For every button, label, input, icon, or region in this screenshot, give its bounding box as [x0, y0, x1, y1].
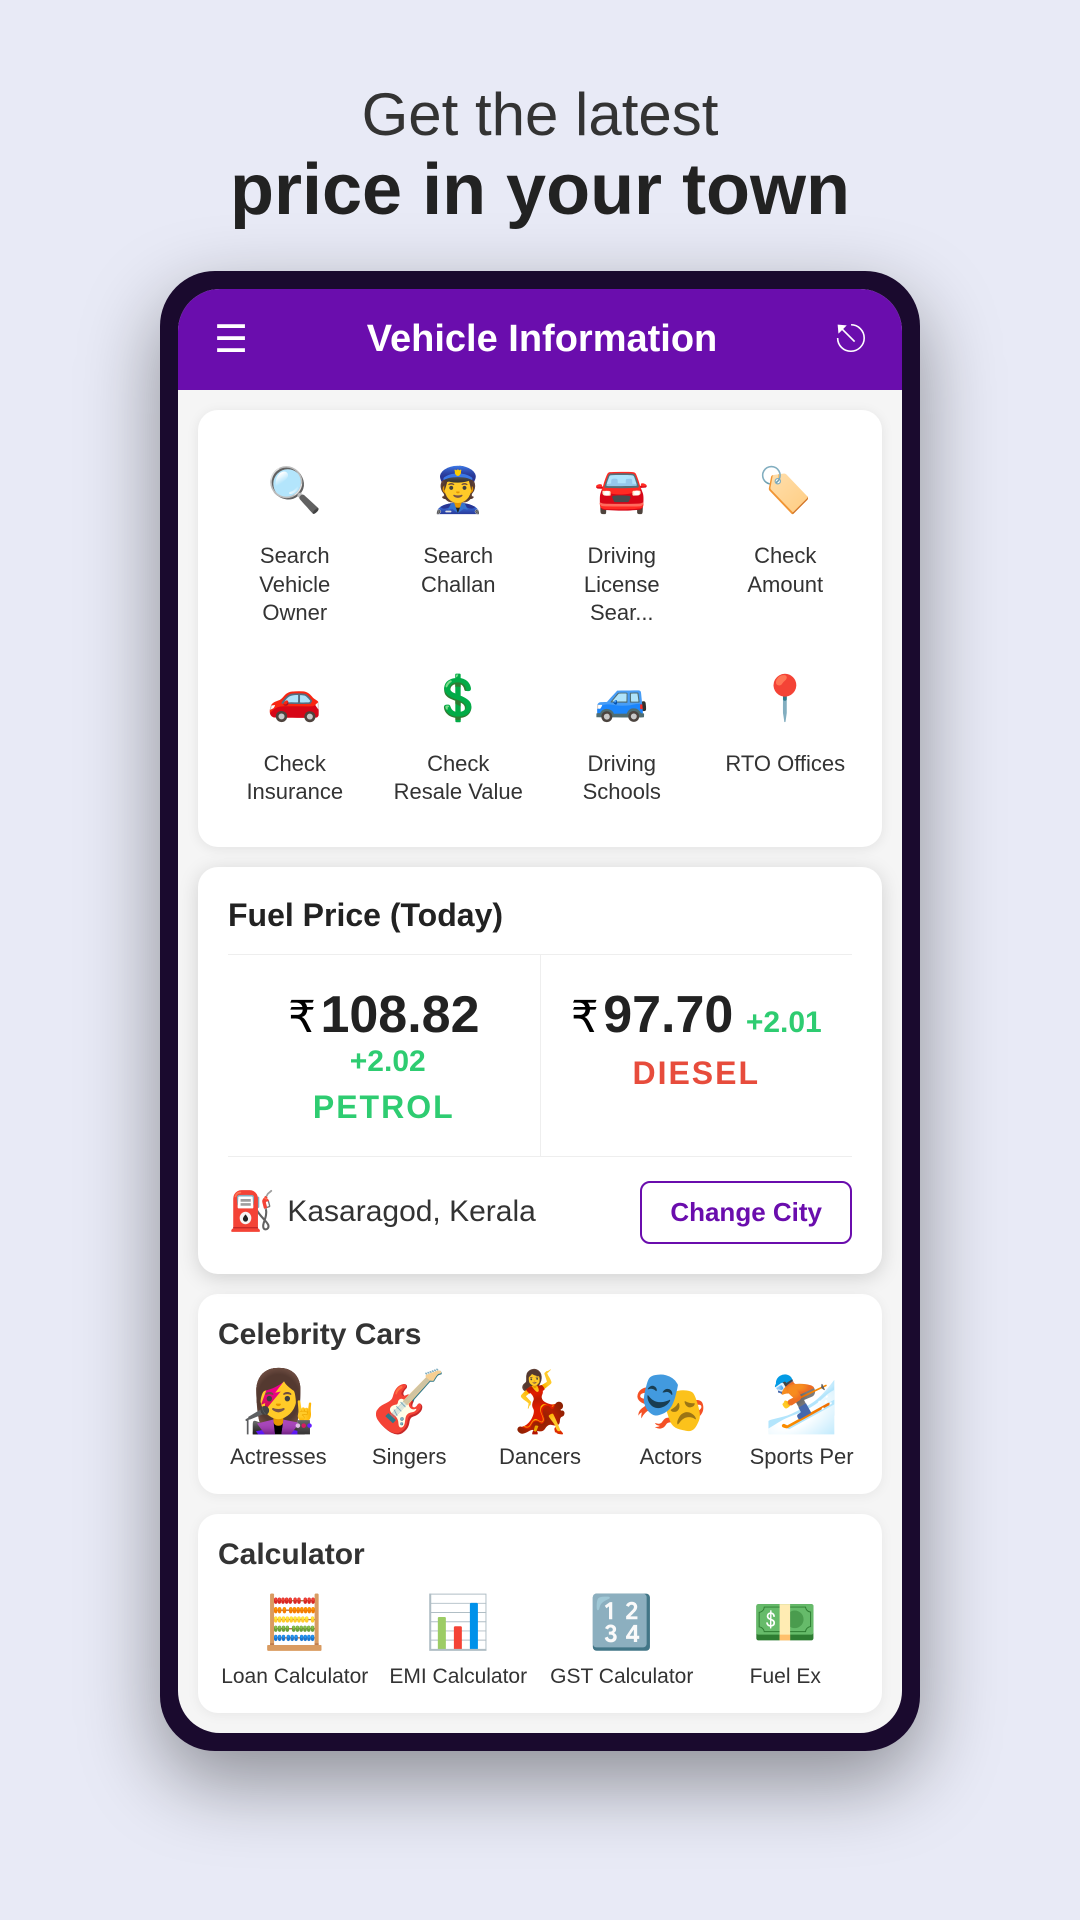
diesel-amount-row: ₹ 97.70 +2.01 [561, 985, 833, 1045]
app-bar: ☰ Vehicle Information ⎋ [178, 289, 902, 390]
celebrity-section-title: Celebrity Cars [218, 1318, 862, 1352]
celebrity-item-singers[interactable]: 🎸 Singers [349, 1372, 470, 1470]
calc-item-emi[interactable]: 📊 EMI Calculator [382, 1592, 536, 1689]
diesel-rupee-symbol: ₹ [571, 993, 599, 1042]
calc-item-loan[interactable]: 🧮 Loan Calculator [218, 1592, 372, 1689]
petrol-change: +2.02 [350, 1045, 426, 1078]
city-row: ⛽ Kasaragod, Kerala Change City [228, 1181, 852, 1244]
rto-offices-label: RTO Offices [725, 750, 845, 779]
driving-license-icon: 🚘 [582, 450, 662, 530]
grid-item-search-challan[interactable]: 👮 Search Challan [382, 440, 536, 638]
hero-section: Get the latest price in your town [190, 0, 890, 271]
dancers-label: Dancers [499, 1444, 581, 1470]
check-resale-label: Check Resale Value [392, 750, 526, 807]
check-amount-label: Check Amount [719, 542, 853, 599]
petrol-amount: 108.82 [320, 986, 479, 1044]
actresses-label: Actresses [230, 1444, 327, 1470]
calculator-section: Calculator 🧮 Loan Calculator 📊 EMI Calcu… [198, 1514, 882, 1713]
calc-item-fuel[interactable]: 💵 Fuel Ex [709, 1592, 863, 1689]
check-insurance-icon: 🚗 [255, 658, 335, 738]
fuel-expense-icon: 💵 [753, 1592, 818, 1653]
celebrity-item-dancers[interactable]: 💃 Dancers [480, 1372, 601, 1470]
search-vehicle-owner-label: Search Vehicle Owner [228, 542, 362, 628]
change-city-button[interactable]: Change City [640, 1181, 852, 1244]
celebrity-section: Celebrity Cars 👩‍🎤 Actresses 🎸 Singers 💃… [198, 1294, 882, 1494]
diesel-amount: 97.70 [603, 986, 733, 1044]
fuel-prices-row: ₹ 108.82 +2.02 PETROL ₹ 97.70 +2.01 DIES… [228, 954, 852, 1157]
check-resale-icon: 💲 [418, 658, 498, 738]
check-insurance-label: Check Insurance [228, 750, 362, 807]
app-bar-title: Vehicle Information [367, 318, 718, 361]
phone-frame: ☰ Vehicle Information ⎋ 🔍 Search Vehicle… [160, 271, 920, 1751]
check-amount-icon: 🏷️ [745, 450, 825, 530]
celebrity-item-actors[interactable]: 🎭 Actors [610, 1372, 731, 1470]
actresses-icon: 👩‍🎤 [241, 1372, 316, 1432]
grid-item-check-amount[interactable]: 🏷️ Check Amount [709, 440, 863, 638]
grid-item-driving-license[interactable]: 🚘 Driving License Sear... [545, 440, 699, 638]
hamburger-icon[interactable]: ☰ [214, 317, 248, 362]
rto-offices-icon: 📍 [745, 658, 825, 738]
sports-label: Sports Per [750, 1444, 854, 1470]
calculator-grid: 🧮 Loan Calculator 📊 EMI Calculator 🔢 GST… [218, 1592, 862, 1689]
loan-calculator-label: Loan Calculator [221, 1665, 368, 1689]
search-challan-icon: 👮 [418, 450, 498, 530]
celebrity-grid: 👩‍🎤 Actresses 🎸 Singers 💃 Dancers 🎭 Acto… [218, 1372, 862, 1470]
vehicle-grid-row1: 🔍 Search Vehicle Owner 👮 Search Challan … [218, 440, 862, 817]
grid-item-search-vehicle-owner[interactable]: 🔍 Search Vehicle Owner [218, 440, 372, 638]
calculator-section-title: Calculator [218, 1538, 862, 1572]
singers-icon: 🎸 [372, 1372, 447, 1432]
singers-label: Singers [372, 1444, 447, 1470]
calc-item-gst[interactable]: 🔢 GST Calculator [545, 1592, 699, 1689]
search-challan-label: Search Challan [392, 542, 526, 599]
diesel-price-item: ₹ 97.70 +2.01 DIESEL [541, 955, 853, 1156]
driving-schools-icon: 🚙 [582, 658, 662, 738]
grid-item-check-resale[interactable]: 💲 Check Resale Value [382, 648, 536, 817]
dancers-icon: 💃 [503, 1372, 578, 1432]
fuel-price-title: Fuel Price (Today) [228, 897, 852, 934]
search-vehicle-owner-icon: 🔍 [255, 450, 335, 530]
gst-calculator-icon: 🔢 [589, 1592, 654, 1653]
petrol-rupee-symbol: ₹ [288, 993, 316, 1042]
driving-license-label: Driving License Sear... [555, 542, 689, 628]
city-info: ⛽ Kasaragod, Kerala [228, 1190, 536, 1234]
driving-schools-label: Driving Schools [555, 750, 689, 807]
petrol-amount-row: ₹ 108.82 +2.02 [248, 985, 520, 1079]
actors-label: Actors [640, 1444, 702, 1470]
grid-item-check-insurance[interactable]: 🚗 Check Insurance [218, 648, 372, 817]
emi-calculator-icon: 📊 [426, 1592, 491, 1653]
fuel-price-card: Fuel Price (Today) ₹ 108.82 +2.02 PETROL… [198, 867, 882, 1274]
grid-item-driving-schools[interactable]: 🚙 Driving Schools [545, 648, 699, 817]
diesel-change: +2.01 [746, 1006, 822, 1039]
city-name: Kasaragod, Kerala [287, 1195, 536, 1229]
hero-line1: Get the latest [230, 80, 850, 149]
celebrity-item-actresses[interactable]: 👩‍🎤 Actresses [218, 1372, 339, 1470]
celebrity-item-sports[interactable]: ⛷️ Sports Per [741, 1372, 862, 1470]
actors-icon: 🎭 [633, 1372, 708, 1432]
loan-calculator-icon: 🧮 [262, 1592, 327, 1653]
phone-screen: ☰ Vehicle Information ⎋ 🔍 Search Vehicle… [178, 289, 902, 1733]
petrol-label: PETROL [248, 1089, 520, 1126]
emi-calculator-label: EMI Calculator [389, 1665, 527, 1689]
sports-icon: ⛷️ [764, 1372, 839, 1432]
diesel-label: DIESEL [561, 1055, 833, 1092]
petrol-price-item: ₹ 108.82 +2.02 PETROL [228, 955, 541, 1156]
hero-line2: price in your town [230, 149, 850, 231]
vehicle-card: 🔍 Search Vehicle Owner 👮 Search Challan … [198, 410, 882, 847]
grid-item-rto-offices[interactable]: 📍 RTO Offices [709, 648, 863, 817]
fuel-drop-icon: ⛽ [228, 1190, 275, 1234]
share-icon[interactable]: ⎋ [836, 318, 866, 361]
gst-calculator-label: GST Calculator [550, 1665, 693, 1689]
fuel-expense-label: Fuel Ex [750, 1665, 821, 1689]
